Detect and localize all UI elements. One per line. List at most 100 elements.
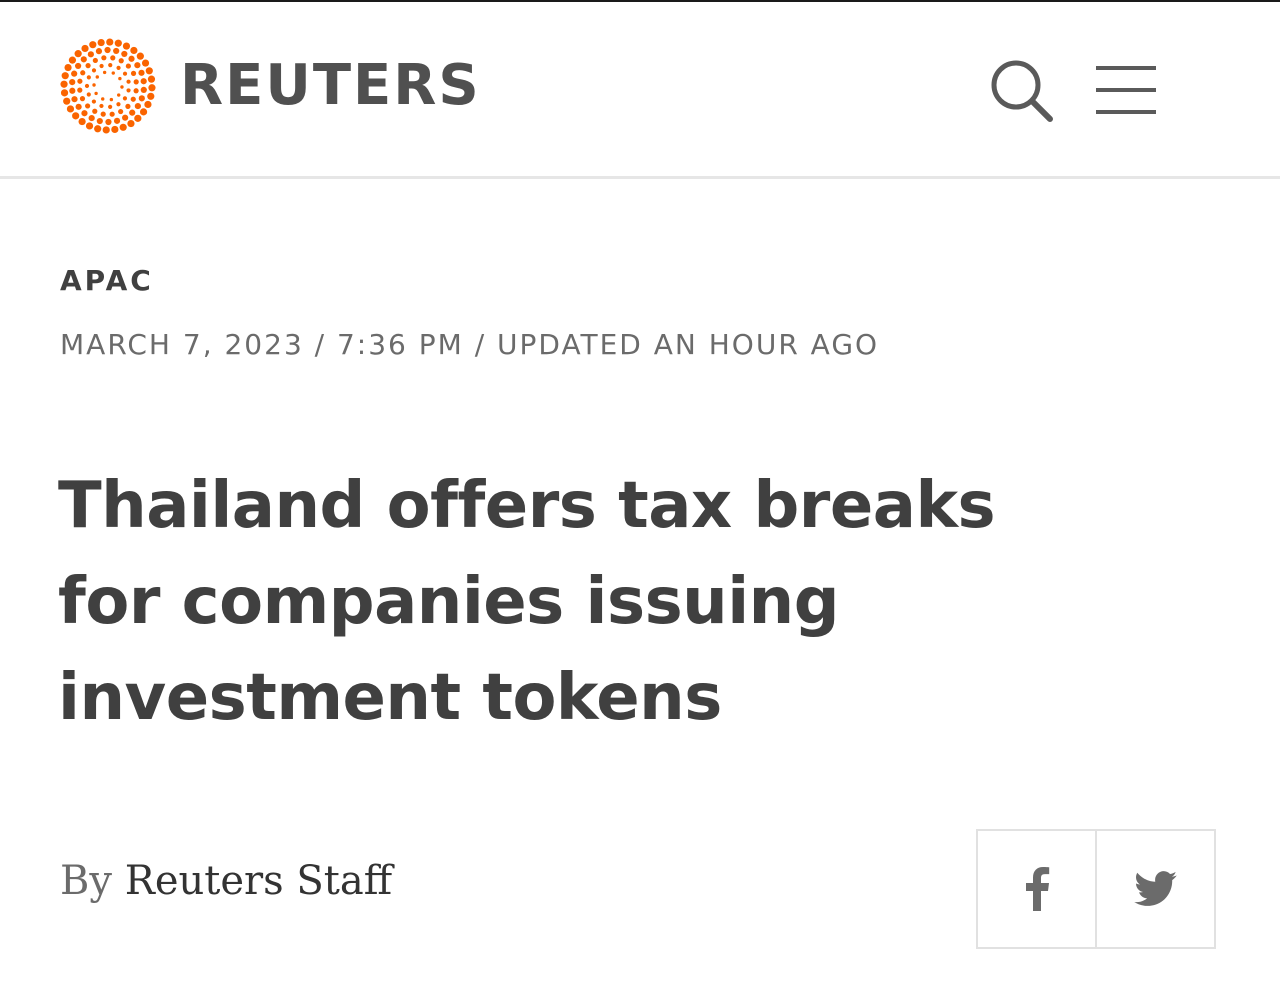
logo-dot	[138, 69, 145, 76]
logo-dot	[94, 91, 98, 96]
logo-dot	[72, 112, 80, 120]
logo-dot	[111, 71, 115, 75]
logo-dot	[66, 105, 75, 113]
logo-dot	[111, 125, 119, 134]
logo-dot	[108, 104, 113, 109]
logo-dot	[84, 83, 90, 89]
logo-dot	[133, 88, 139, 94]
logo-dot	[96, 117, 103, 125]
logo-dot	[122, 71, 128, 76]
logo-dot	[78, 117, 86, 126]
site-header: REUTERS	[0, 2, 1280, 179]
logo-dot	[110, 55, 116, 61]
logo-dot	[147, 75, 156, 83]
article-dateline: MARCH 7, 2023 / 7:36 PM / UPDATED AN HOU…	[60, 328, 880, 361]
logo-dot	[77, 87, 83, 93]
logo-dot	[85, 122, 94, 130]
logo-dot	[139, 108, 148, 116]
logo-dot	[126, 88, 131, 93]
logo-dot	[75, 62, 82, 70]
logo-dot	[92, 83, 96, 87]
logo-dot	[85, 63, 91, 69]
logo-dot	[102, 126, 110, 134]
logo-dot	[122, 42, 131, 50]
search-button[interactable]	[986, 56, 1056, 126]
logo-dot	[105, 118, 112, 126]
hamburger-menu-icon	[1096, 66, 1156, 114]
logo-dot	[71, 96, 78, 103]
logo-dot	[81, 44, 89, 53]
logo-dot	[108, 63, 113, 68]
share-facebook-button[interactable]	[978, 831, 1095, 947]
logo-dot	[77, 78, 83, 84]
logo-dot	[92, 57, 98, 64]
logo-dot	[101, 55, 107, 61]
logo-dot	[99, 103, 104, 109]
twitter-icon	[1133, 871, 1177, 906]
logo-dot	[117, 93, 121, 97]
logo-dot	[119, 123, 127, 131]
facebook-icon	[1025, 867, 1049, 911]
logo-dot	[92, 108, 98, 114]
logo-dot	[69, 79, 76, 86]
logo-dot	[87, 51, 94, 58]
search-icon	[991, 60, 1053, 122]
article-headline: Thailand offers tax breaks for companies…	[58, 469, 996, 735]
section-link[interactable]: APAC	[60, 264, 154, 297]
logo-dot	[68, 56, 77, 64]
logo-dot	[95, 48, 103, 55]
logo-dot	[60, 89, 69, 97]
logo-dot	[94, 125, 102, 133]
logo-dot	[86, 92, 91, 97]
logo-dot	[91, 68, 97, 73]
logo-dot	[85, 103, 91, 109]
logo-dot	[89, 41, 97, 49]
logo-dot	[134, 102, 141, 110]
logo-dot	[106, 38, 114, 46]
logo-dot	[113, 117, 121, 124]
logo-dot	[127, 119, 135, 128]
reuters-logo-icon[interactable]	[58, 38, 162, 134]
logo-dot	[63, 97, 71, 105]
logo-dot	[122, 96, 128, 101]
logo-dot	[122, 114, 129, 121]
logo-dot	[140, 86, 147, 93]
logo-dot	[101, 97, 105, 101]
logo-dot	[86, 75, 91, 80]
logo-dot	[88, 114, 95, 122]
logo-dot	[80, 70, 86, 76]
logo-dot	[144, 100, 152, 109]
logo-dot	[118, 108, 124, 115]
logo-dot	[60, 80, 68, 88]
logo-dot	[125, 103, 131, 109]
logo-dot	[141, 59, 150, 67]
logo-dot	[74, 50, 82, 58]
logo-dot	[104, 46, 111, 54]
logo-dot	[126, 79, 131, 84]
logo-dot	[113, 47, 120, 55]
logo-dot	[133, 79, 139, 85]
reuters-wordmark[interactable]: REUTERS	[180, 50, 481, 122]
logo-dot	[116, 102, 121, 107]
logo-dot	[102, 70, 107, 75]
byline-author[interactable]: Reuters Staff	[125, 858, 392, 904]
logo-dot	[71, 70, 78, 77]
logo-dot	[129, 109, 136, 116]
logo-dot	[128, 55, 135, 62]
logo-dot	[97, 38, 105, 47]
logo-dot	[69, 87, 76, 94]
logo-dot	[147, 92, 155, 100]
logo-dot	[148, 84, 156, 92]
menu-button[interactable]	[1094, 62, 1158, 118]
logo-dot	[81, 110, 88, 117]
share-twitter-button[interactable]	[1095, 831, 1214, 947]
logo-dot	[100, 111, 106, 117]
byline-prefix: By	[60, 858, 112, 904]
logo-dot	[61, 72, 69, 80]
byline: By Reuters Staff	[60, 858, 392, 904]
logo-dot	[64, 63, 72, 72]
logo-dot	[140, 78, 147, 85]
logo-dot	[79, 96, 86, 102]
logo-dot	[75, 103, 82, 110]
logo-dot	[134, 114, 142, 122]
